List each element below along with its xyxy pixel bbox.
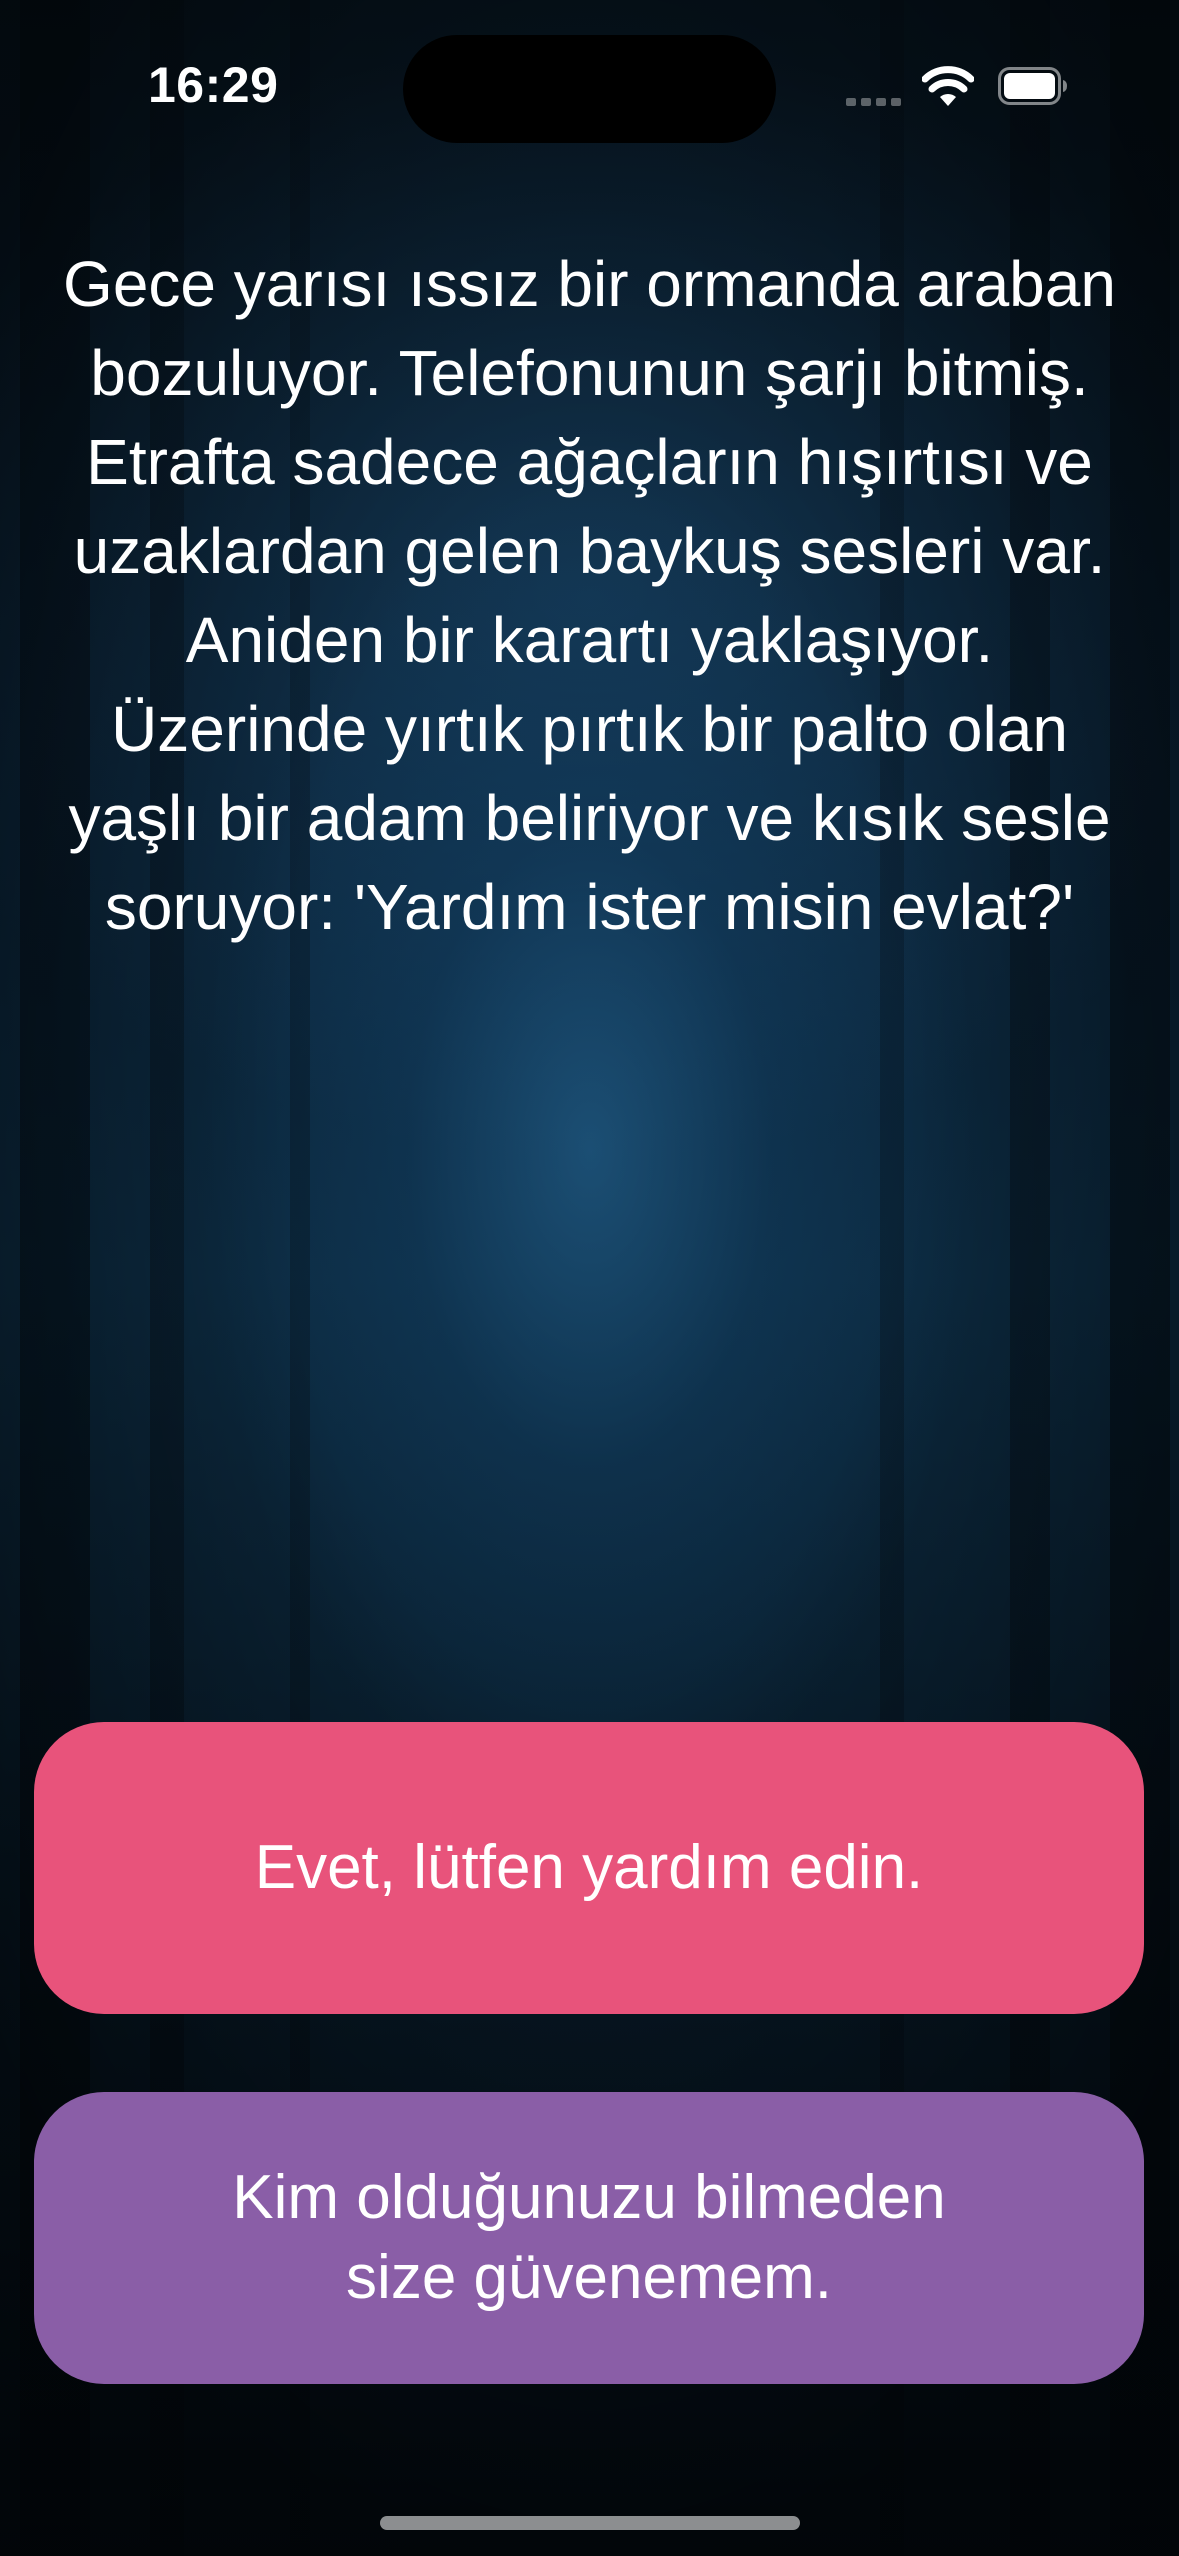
cellular-signal-icon bbox=[846, 96, 902, 106]
story-text: Gece yarısı ıssız bir ormanda araban boz… bbox=[63, 248, 1116, 943]
choice-button-label: Evet, lütfen yardım edin. bbox=[254, 1833, 924, 1902]
choice-button-label: Kim olduğunuzu bilmeden size güvenemem. bbox=[232, 2163, 946, 2312]
dynamic-island bbox=[403, 35, 776, 143]
choice-button-refuse-help[interactable]: Kim olduğunuzu bilmeden size güvenemem. bbox=[34, 2092, 1144, 2384]
home-indicator[interactable] bbox=[380, 2516, 800, 2530]
status-time: 16:29 bbox=[148, 57, 279, 113]
choice-button-accept-help[interactable]: Evet, lütfen yardım edin. bbox=[34, 1722, 1144, 2014]
wifi-icon bbox=[922, 66, 974, 106]
battery-icon bbox=[998, 67, 1067, 105]
